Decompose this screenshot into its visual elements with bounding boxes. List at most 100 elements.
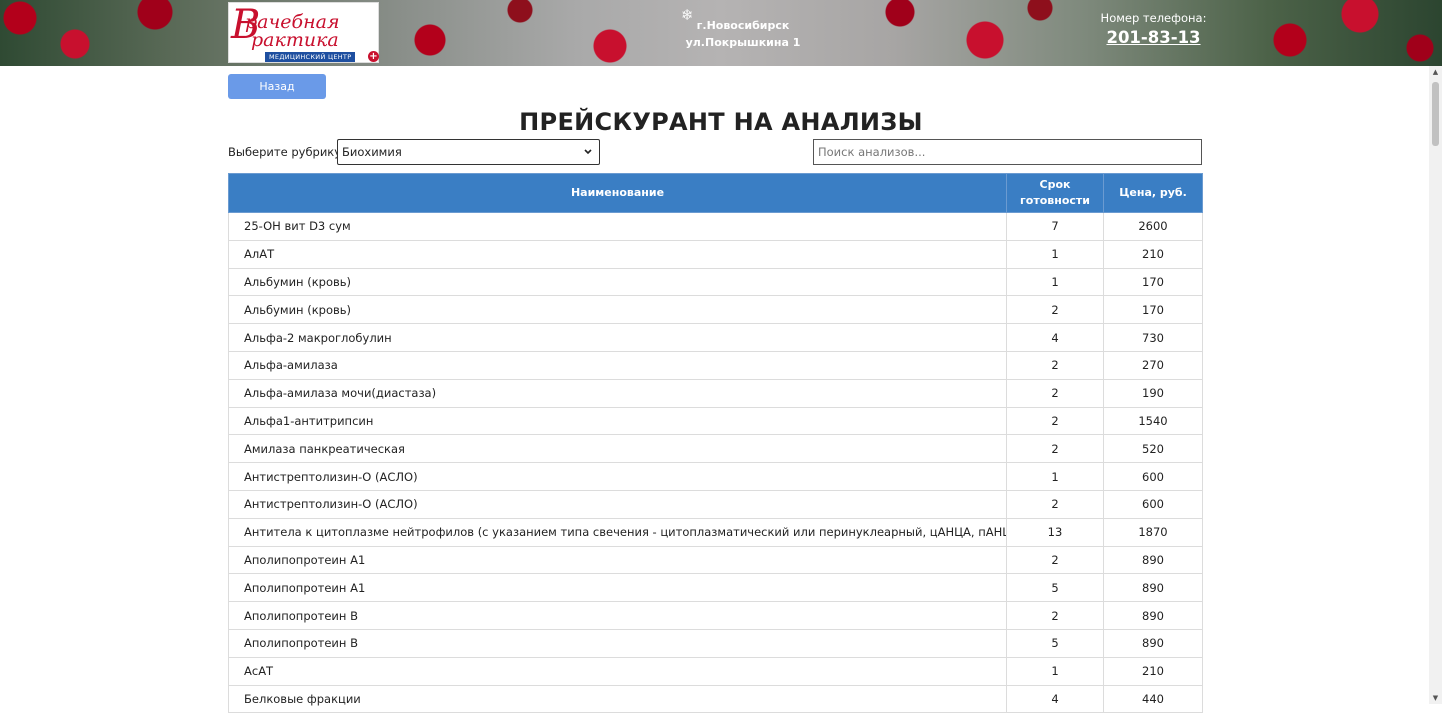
column-header-deadline[interactable]: Срок готовности — [1006, 173, 1104, 213]
cell-name: Альфа-2 макроглобулин — [228, 323, 1007, 352]
cell-price: 890 — [1103, 601, 1203, 630]
cell-name: Аполипопротеин А1 — [228, 573, 1007, 603]
scroll-thumb[interactable] — [1432, 82, 1439, 146]
cell-name: Аполипопротеин А1 — [228, 546, 1007, 575]
table-row: Аполипопротеин А1 2 890 — [228, 546, 1203, 575]
cell-deadline: 2 — [1006, 295, 1104, 325]
cell-deadline: 2 — [1006, 601, 1104, 630]
cell-deadline: 2 — [1006, 379, 1104, 408]
cell-name: Альфа-амилаза — [228, 351, 1007, 380]
table-row: Альфа-амилаза 2 270 — [228, 351, 1203, 380]
cell-name: Амилаза панкреатическая — [228, 434, 1007, 464]
medical-cross-icon: + — [368, 51, 379, 62]
cell-price: 1540 — [1103, 407, 1203, 436]
cell-name: Альбумин (кровь) — [228, 268, 1007, 297]
cell-price: 600 — [1103, 490, 1203, 519]
page-scrollbar[interactable]: ▲ ▼ — [1429, 66, 1442, 704]
cell-deadline: 2 — [1006, 546, 1104, 575]
cell-price: 170 — [1103, 268, 1203, 297]
table-row: Аполипопротеин А1 5 890 — [228, 573, 1203, 603]
street-address: ул.Покрышкина 1 — [685, 36, 801, 49]
cell-name: Аполипопротеин В — [228, 601, 1007, 630]
cell-deadline: 13 — [1006, 518, 1104, 547]
cell-price: 170 — [1103, 295, 1203, 325]
cell-name: 25-OH вит D3 сум — [228, 212, 1007, 241]
cell-deadline: 5 — [1006, 629, 1104, 658]
rubric-label: Выберите рубрику: — [228, 145, 345, 159]
phone-link[interactable]: 201-83-13 — [1100, 28, 1207, 47]
cell-deadline: 2 — [1006, 490, 1104, 519]
table-row: Альфа-2 макроглобулин 4 730 — [228, 323, 1203, 352]
table-row: Альфа1-антитрипсин 2 1540 — [228, 407, 1203, 436]
cell-deadline: 1 — [1006, 268, 1104, 297]
table-row: Альбумин (кровь) 2 170 — [228, 295, 1203, 325]
site-header: В рачебная рактика МЕДИЦИНСКИЙ ЦЕНТР + ❄… — [0, 0, 1442, 66]
cell-deadline: 1 — [1006, 462, 1104, 491]
table-row: Антитела к цитоплазме нейтрофилов (с ука… — [228, 518, 1203, 547]
cell-price: 440 — [1103, 685, 1203, 713]
chevron-down-icon — [583, 140, 593, 174]
cell-price: 890 — [1103, 573, 1203, 603]
cell-deadline: 2 — [1006, 351, 1104, 380]
cell-price: 1870 — [1103, 518, 1203, 547]
cell-deadline: 4 — [1006, 323, 1104, 352]
phone-label: Номер телефона: — [1100, 11, 1207, 25]
cell-name: АсАТ — [228, 657, 1007, 686]
cell-price: 190 — [1103, 379, 1203, 408]
cell-name: Альфа1-антитрипсин — [228, 407, 1007, 436]
cell-price: 2600 — [1103, 212, 1203, 241]
cell-name: АлАТ — [228, 240, 1007, 269]
column-header-deadline-line1: Срок — [1039, 178, 1071, 191]
cell-name: Белковые фракции — [228, 685, 1007, 713]
cell-name: Аполипопротеин В — [228, 629, 1007, 658]
cell-price: 730 — [1103, 323, 1203, 352]
cell-name: Альфа-амилаза мочи(диастаза) — [228, 379, 1007, 408]
table-row: АсАТ 1 210 — [228, 657, 1203, 686]
cell-price: 890 — [1103, 546, 1203, 575]
table-row: Аполипопротеин В 2 890 — [228, 601, 1203, 630]
clinic-address: г.Новосибирск ул.Покрышкина 1 — [683, 17, 803, 51]
logo-subtitle: МЕДИЦИНСКИЙ ЦЕНТР — [265, 52, 356, 62]
table-row: Альфа-амилаза мочи(диастаза) 2 190 — [228, 379, 1203, 408]
table-row: Альбумин (кровь) 1 170 — [228, 268, 1203, 297]
scroll-up-icon[interactable]: ▲ — [1429, 68, 1442, 76]
cell-name: Альбумин (кровь) — [228, 295, 1007, 325]
price-table: Наименование Срок готовности Цена, руб. … — [228, 173, 1203, 713]
cell-deadline: 4 — [1006, 685, 1104, 713]
cell-price: 210 — [1103, 657, 1203, 686]
page-title: ПРЕЙСКУРАНТ НА АНАЛИЗЫ — [519, 108, 923, 136]
clinic-logo[interactable]: В рачебная рактика МЕДИЦИНСКИЙ ЦЕНТР + — [228, 2, 379, 63]
cell-deadline: 2 — [1006, 434, 1104, 464]
table-header-row: Наименование Срок готовности Цена, руб. — [228, 173, 1203, 213]
back-button[interactable]: Назад — [228, 74, 326, 99]
rubric-select[interactable]: Биохимия — [337, 139, 600, 165]
table-row: Антистрептолизин-О (АСЛО) 2 600 — [228, 490, 1203, 519]
cell-deadline: 5 — [1006, 573, 1104, 603]
cell-name: Антистрептолизин-О (АСЛО) — [228, 490, 1007, 519]
cell-deadline: 1 — [1006, 657, 1104, 686]
cell-price: 520 — [1103, 434, 1203, 464]
logo-line2: рактика — [251, 29, 339, 51]
search-input[interactable] — [813, 139, 1202, 165]
cell-price: 210 — [1103, 240, 1203, 269]
rubric-select-value: Биохимия — [342, 145, 402, 159]
column-header-price[interactable]: Цена, руб. — [1103, 173, 1203, 213]
cell-price: 890 — [1103, 629, 1203, 658]
table-row: Амилаза панкреатическая 2 520 — [228, 434, 1203, 464]
column-header-deadline-line2: готовности — [1020, 194, 1090, 207]
scroll-down-icon[interactable]: ▼ — [1429, 694, 1442, 702]
cell-deadline: 7 — [1006, 212, 1104, 241]
cell-deadline: 1 — [1006, 240, 1104, 269]
city-name: г.Новосибирск — [696, 19, 790, 32]
table-row: 25-OH вит D3 сум 7 2600 — [228, 212, 1203, 241]
table-row: Белковые фракции 4 440 — [228, 685, 1203, 713]
cell-price: 600 — [1103, 462, 1203, 491]
table-row: Антистрептолизин-О (АСЛО) 1 600 — [228, 462, 1203, 491]
cell-deadline: 2 — [1006, 407, 1104, 436]
column-header-name[interactable]: Наименование — [228, 173, 1007, 213]
table-row: Аполипопротеин В 5 890 — [228, 629, 1203, 658]
cell-name: Антитела к цитоплазме нейтрофилов (с ука… — [228, 518, 1007, 547]
cell-price: 270 — [1103, 351, 1203, 380]
cell-name: Антистрептолизин-О (АСЛО) — [228, 462, 1007, 491]
table-row: АлАТ 1 210 — [228, 240, 1203, 269]
